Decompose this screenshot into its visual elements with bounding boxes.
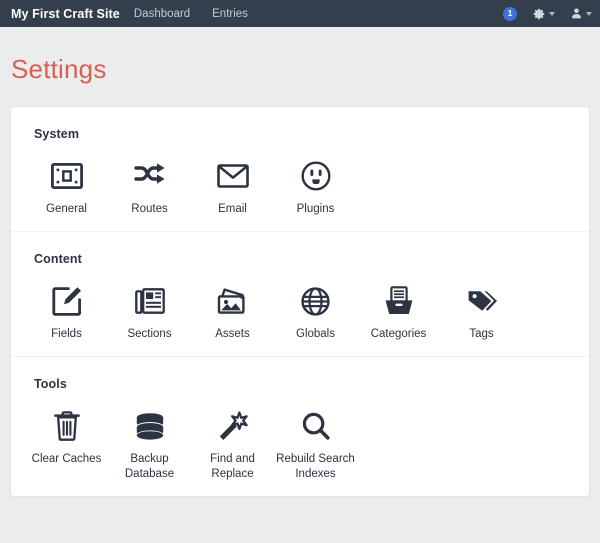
- settings-tile-rebuild-search-indexes[interactable]: Rebuild Search Indexes: [274, 397, 357, 482]
- envelope-icon: [191, 159, 274, 193]
- settings-tile-label: General: [46, 203, 87, 215]
- tile-grid-tools: Clear Caches Backup Database Find and Re…: [25, 397, 575, 482]
- settings-tile-label: Fields: [51, 328, 82, 340]
- nav-item-entries[interactable]: Entries: [212, 8, 248, 20]
- settings-tile-plugins[interactable]: Plugins: [274, 147, 357, 217]
- settings-tile-label: Globals: [296, 328, 335, 340]
- site-name[interactable]: My First Craft Site: [11, 7, 120, 21]
- page-title: Settings: [11, 54, 107, 84]
- power-outlet-icon: [274, 159, 357, 193]
- section-heading-content: Content: [34, 252, 82, 266]
- settings-tile-label: Rebuild Search Indexes: [276, 453, 355, 480]
- settings-tile-label: Sections: [127, 328, 172, 340]
- database-icon: [108, 409, 191, 443]
- user-icon: [570, 7, 583, 20]
- tile-grid-content: Fields Sections Assets Globals Categorie…: [25, 272, 575, 342]
- settings-tile-label: Routes: [131, 203, 168, 215]
- file-box-icon: [357, 284, 440, 318]
- settings-tile-label: Plugins: [296, 203, 335, 215]
- settings-tile-tags[interactable]: Tags: [440, 272, 523, 342]
- shuffle-arrows-icon: [108, 159, 191, 193]
- settings-tile-label: Tags: [469, 328, 494, 340]
- photos-icon: [191, 284, 274, 318]
- settings-tile-find-and-replace[interactable]: Find and Replace: [191, 397, 274, 482]
- magic-wand-icon: [191, 409, 274, 443]
- section-content: Content Fields Sections Assets Globals C…: [11, 231, 589, 356]
- settings-tile-general[interactable]: General: [25, 147, 108, 217]
- settings-tile-fields[interactable]: Fields: [25, 272, 108, 342]
- settings-card: System General Routes Email Plugins Cont…: [10, 106, 590, 497]
- settings-tile-label: Find and Replace: [210, 453, 255, 480]
- settings-tile-assets[interactable]: Assets: [191, 272, 274, 342]
- settings-tile-label: Categories: [370, 328, 427, 340]
- section-system: System General Routes Email Plugins: [11, 107, 589, 231]
- globe-icon: [274, 284, 357, 318]
- settings-tile-label: Assets: [215, 328, 250, 340]
- section-heading-system: System: [34, 127, 80, 141]
- global-header: My First Craft Site Dashboard Entries 1: [0, 0, 600, 27]
- settings-tile-label: Clear Caches: [31, 453, 102, 465]
- gear-icon: [532, 7, 546, 21]
- settings-tile-routes[interactable]: Routes: [108, 147, 191, 217]
- section-heading-tools: Tools: [34, 377, 67, 391]
- settings-tile-label: Backup Database: [124, 453, 175, 480]
- chevron-down-icon: [586, 11, 592, 16]
- chevron-down-icon: [549, 11, 555, 16]
- settings-tile-backup-database[interactable]: Backup Database: [108, 397, 191, 482]
- newspaper-icon: [108, 284, 191, 318]
- primary-nav: Dashboard Entries: [134, 8, 270, 20]
- settings-tile-sections[interactable]: Sections: [108, 272, 191, 342]
- settings-tile-clear-caches[interactable]: Clear Caches: [25, 397, 108, 467]
- user-menu-button[interactable]: [570, 7, 592, 20]
- trash-icon: [25, 409, 108, 443]
- tags-icon: [440, 284, 523, 318]
- magnifier-icon: [274, 409, 357, 443]
- tile-grid-system: General Routes Email Plugins: [25, 147, 575, 217]
- settings-tile-email[interactable]: Email: [191, 147, 274, 217]
- header-actions: 1: [503, 0, 592, 27]
- settings-menu-button[interactable]: [532, 7, 555, 21]
- settings-tile-categories[interactable]: Categories: [357, 272, 440, 342]
- pencil-square-icon: [25, 284, 108, 318]
- section-tools: Tools Clear Caches Backup Database Find …: [11, 356, 589, 496]
- settings-tile-globals[interactable]: Globals: [274, 272, 357, 342]
- settings-tile-label: Email: [218, 203, 247, 215]
- notification-badge[interactable]: 1: [503, 6, 517, 21]
- general-frame-icon: [25, 159, 108, 193]
- nav-item-dashboard[interactable]: Dashboard: [134, 8, 190, 20]
